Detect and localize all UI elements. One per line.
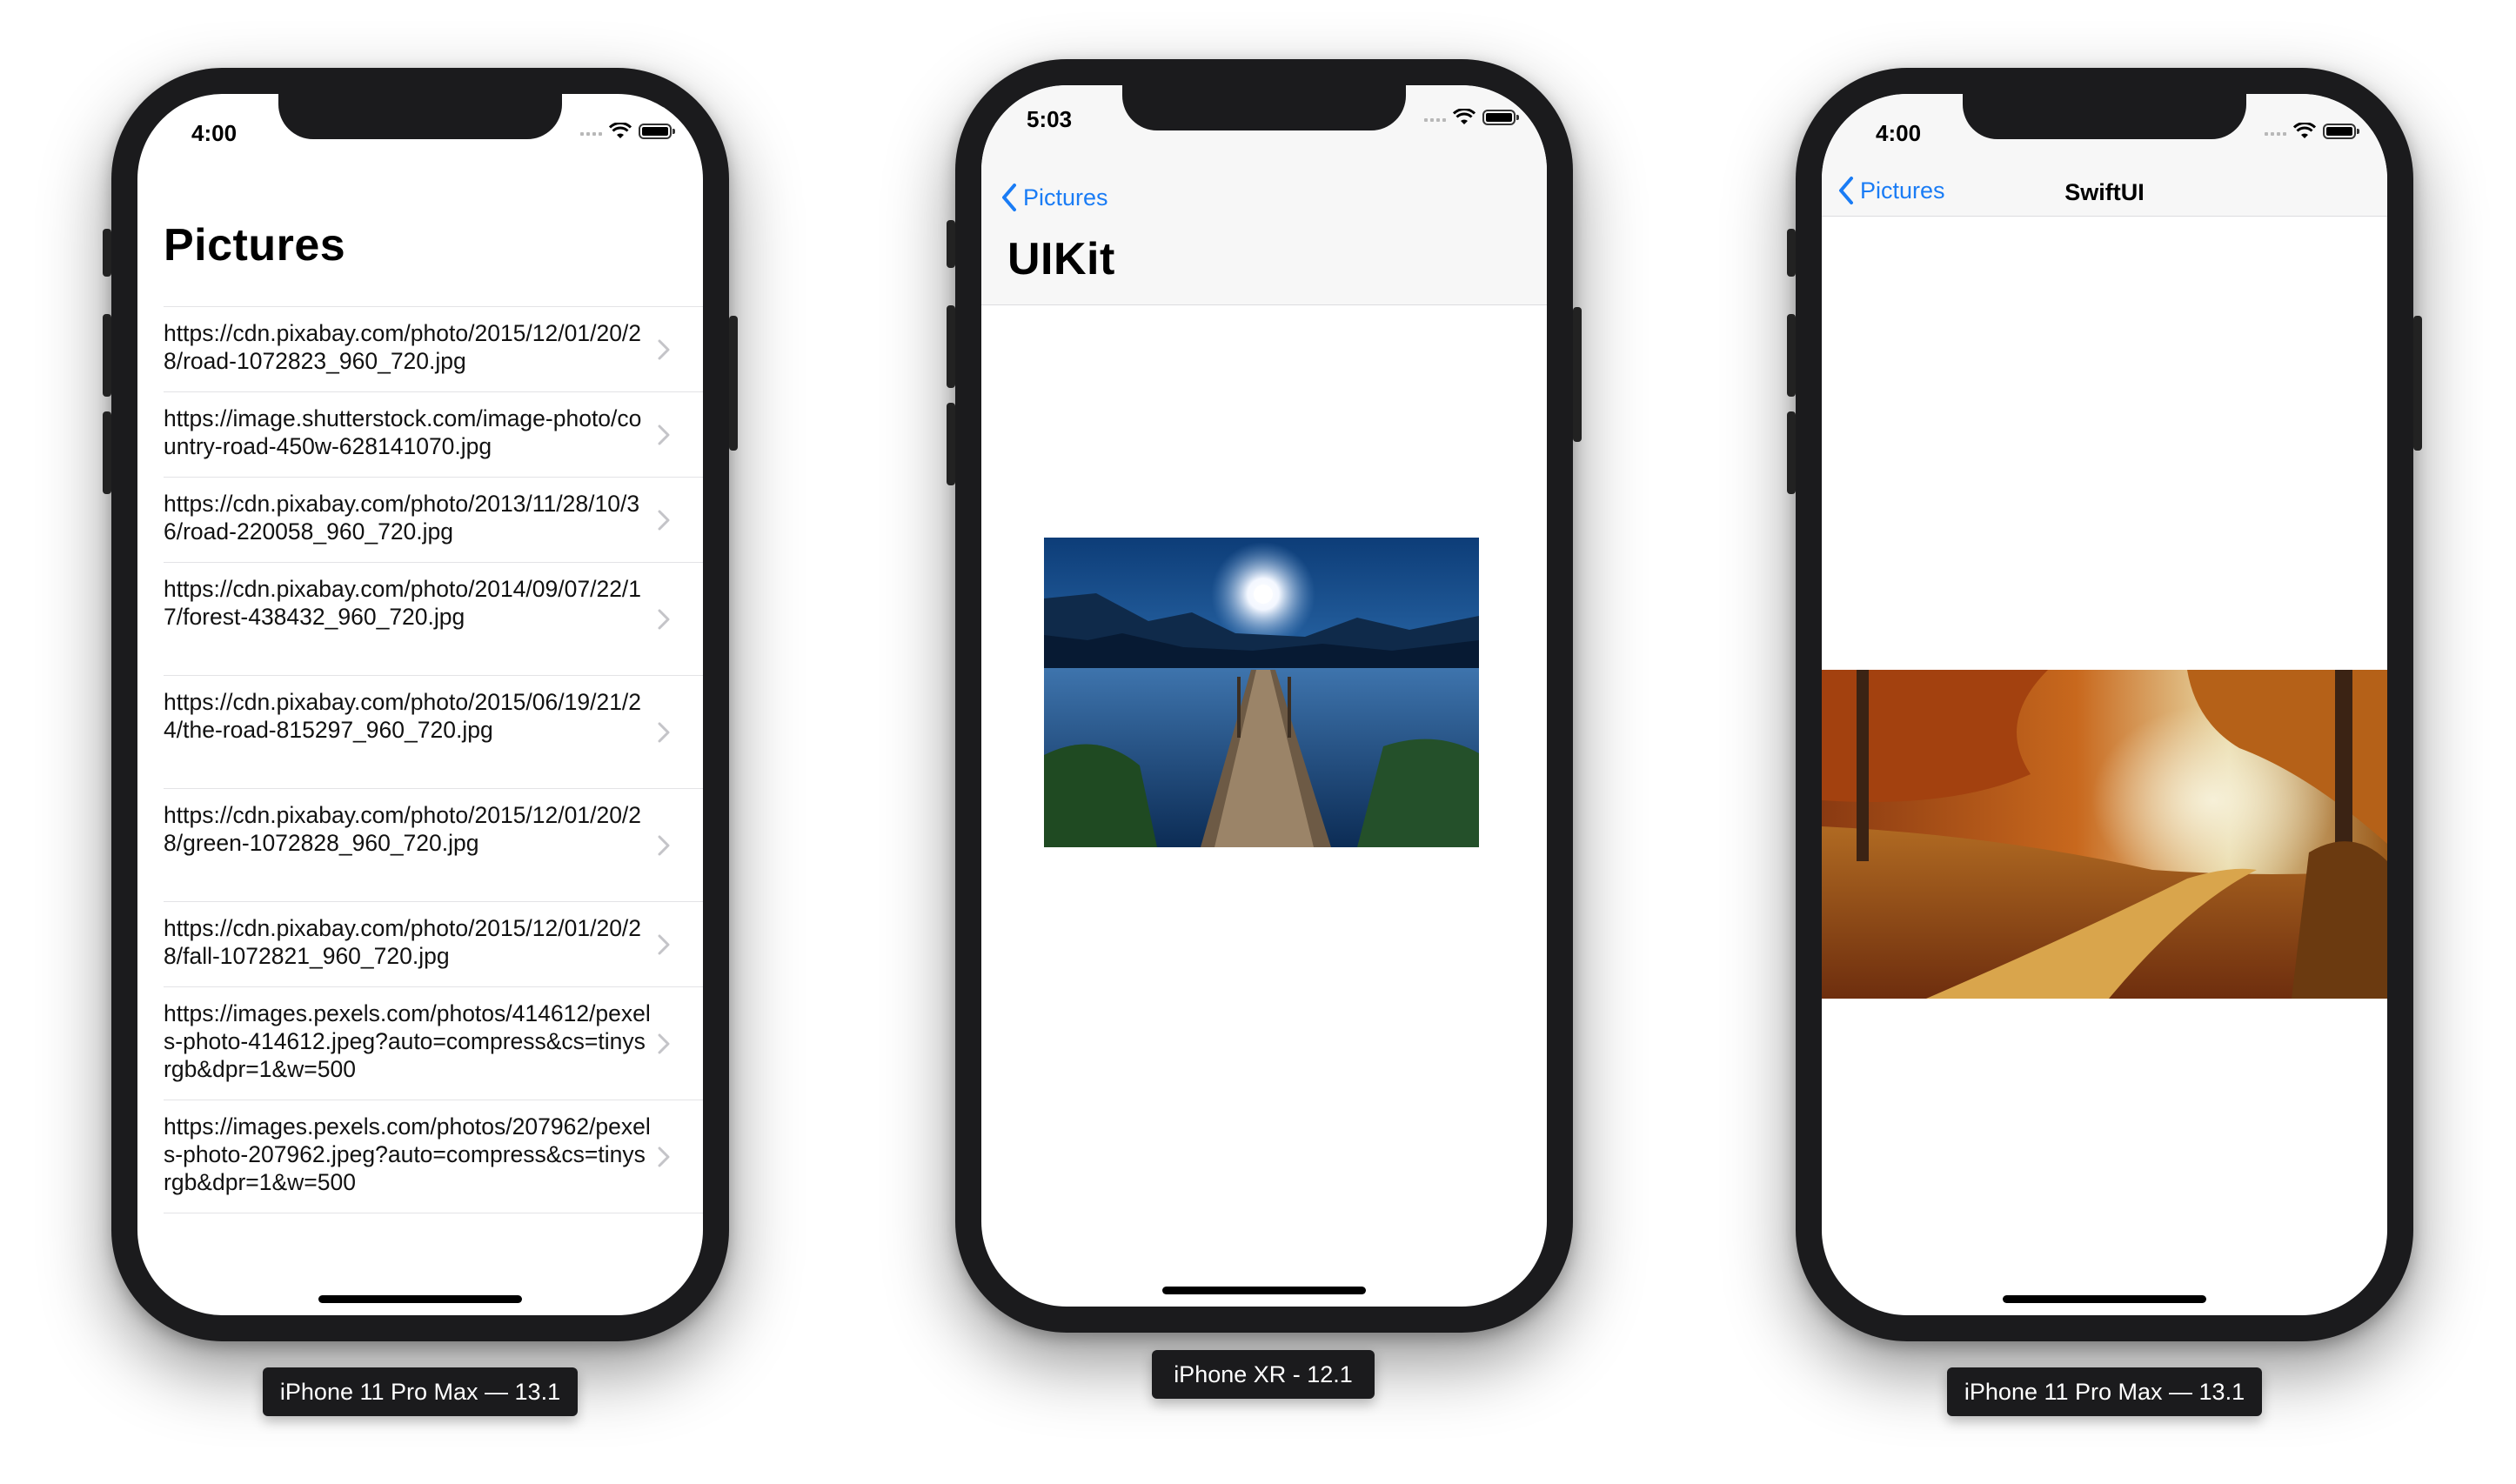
wifi-icon xyxy=(1453,109,1475,124)
screen-left: 4:00 Pictures https://cdn.pixabay.com/ph… xyxy=(137,94,703,1315)
device-left: 4:00 Pictures https://cdn.pixabay.com/ph… xyxy=(103,68,738,1341)
chevron-right-icon xyxy=(658,934,670,954)
list-item-url: https://cdn.pixabay.com/photo/2015/12/01… xyxy=(164,915,642,969)
list-item-url: https://images.pexels.com/photos/414612/… xyxy=(164,1000,651,1082)
screen-middle: 5:03 Pictures UIKit xyxy=(981,85,1547,1307)
chevron-right-icon xyxy=(658,424,670,445)
volume-down-button xyxy=(1787,411,1796,494)
status-icons xyxy=(1424,104,1519,130)
list-item[interactable]: https://cdn.pixabay.com/photo/2015/12/01… xyxy=(164,788,703,901)
list-item-url: https://cdn.pixabay.com/photo/2015/12/01… xyxy=(164,802,642,856)
device-middle: 5:03 Pictures UIKit xyxy=(947,59,1582,1333)
battery-icon xyxy=(1482,110,1519,125)
home-indicator xyxy=(318,1295,522,1303)
power-button xyxy=(729,316,738,451)
list-item-url: https://cdn.pixabay.com/photo/2014/09/07… xyxy=(164,576,642,630)
chevron-right-icon xyxy=(658,722,670,742)
wifi-icon xyxy=(2293,123,2316,138)
page-title: Pictures xyxy=(164,220,346,271)
home-indicator xyxy=(1162,1287,1366,1294)
chevron-right-icon xyxy=(658,510,670,530)
mute-switch xyxy=(103,229,111,277)
home-indicator xyxy=(2003,1295,2206,1303)
nav-title: SwiftUI xyxy=(2064,179,2145,205)
list-item-url: https://cdn.pixabay.com/photo/2015/06/19… xyxy=(164,689,642,743)
page-title: UIKit xyxy=(1007,234,1115,284)
volume-down-button xyxy=(103,411,111,494)
list-item-url: https://cdn.pixabay.com/photo/2015/12/01… xyxy=(164,320,642,374)
volume-up-button xyxy=(947,305,955,388)
chevron-right-icon xyxy=(658,1033,670,1053)
power-button xyxy=(1573,307,1582,442)
volume-up-button xyxy=(1787,314,1796,397)
screen-right: 4:00 Pictures SwiftUI xyxy=(1822,94,2387,1315)
status-time: 4:00 xyxy=(1876,120,1922,146)
list-item[interactable]: https://images.pexels.com/photos/414612/… xyxy=(164,986,703,1100)
list-item-url: https://image.shutterstock.com/image-pho… xyxy=(164,405,642,459)
notch xyxy=(1963,94,2246,139)
wifi-icon xyxy=(609,123,632,138)
chevron-right-icon xyxy=(658,835,670,855)
chevron-left-icon xyxy=(1002,184,1016,211)
back-button-label: Pictures xyxy=(1023,184,1108,211)
device-right: 4:00 Pictures SwiftUI xyxy=(1787,68,2422,1341)
cellular-signal-icon xyxy=(1424,113,1446,122)
back-button[interactable]: Pictures xyxy=(1000,183,1108,212)
detail-image-autumn-road xyxy=(1822,670,2387,999)
volume-up-button xyxy=(103,314,111,397)
cellular-signal-icon xyxy=(2265,127,2286,136)
power-button xyxy=(2413,316,2422,451)
battery-icon xyxy=(2323,124,2359,139)
volume-down-button xyxy=(947,403,955,485)
detail-image-lake-pier xyxy=(1044,538,1479,847)
mute-switch xyxy=(1787,229,1796,277)
list-item-url: https://cdn.pixabay.com/photo/2013/11/28… xyxy=(164,491,640,545)
list-item[interactable]: https://cdn.pixabay.com/photo/2014/09/07… xyxy=(164,562,703,675)
status-icons xyxy=(580,118,675,144)
list-item[interactable]: https://images.pexels.com/photos/207962/… xyxy=(164,1100,703,1213)
chevron-right-icon xyxy=(658,1146,670,1166)
list-item[interactable]: https://cdn.pixabay.com/photo/2013/11/28… xyxy=(164,477,703,562)
battery-icon xyxy=(639,124,675,139)
status-time: 4:00 xyxy=(191,120,238,146)
notch xyxy=(1122,85,1406,130)
cellular-signal-icon xyxy=(580,127,602,136)
device-caption-left: iPhone 11 Pro Max — 13.1 xyxy=(263,1367,578,1416)
device-caption-right: iPhone 11 Pro Max — 13.1 xyxy=(1947,1367,2262,1416)
list-item[interactable]: https://cdn.pixabay.com/photo/2015/06/19… xyxy=(164,675,703,788)
list-item[interactable]: https://cdn.pixabay.com/photo/2015/12/01… xyxy=(164,306,703,391)
status-time: 5:03 xyxy=(1027,106,1073,132)
mute-switch xyxy=(947,220,955,268)
chevron-right-icon xyxy=(658,339,670,359)
chevron-right-icon xyxy=(658,609,670,629)
notch xyxy=(278,94,562,139)
status-icons xyxy=(2265,118,2359,144)
list-item-url: https://images.pexels.com/photos/207962/… xyxy=(164,1113,651,1195)
device-caption-middle: iPhone XR - 12.1 xyxy=(1152,1350,1375,1399)
list-item[interactable]: https://image.shutterstock.com/image-pho… xyxy=(164,391,703,477)
list-item[interactable]: https://cdn.pixabay.com/photo/2015/12/01… xyxy=(164,901,703,986)
